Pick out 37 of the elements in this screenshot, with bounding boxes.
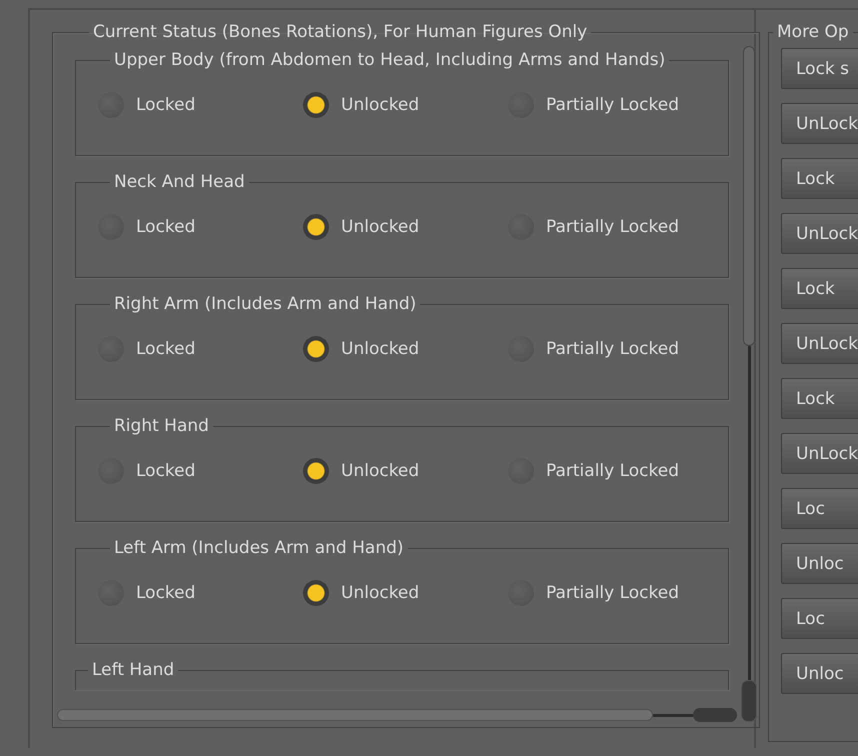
group-title: Right Arm (Includes Arm and Hand) [113,294,418,314]
radio-option[interactable]: Partially Locked [508,580,708,606]
action-button[interactable]: Lock [781,158,858,199]
radio-option[interactable]: Unlocked [303,214,508,240]
action-button[interactable]: UnLock [781,433,858,474]
action-button[interactable]: Loc [781,488,858,529]
radio-option[interactable]: Unlocked [303,580,508,606]
action-button[interactable]: Unloc [781,653,858,694]
group-title: Upper Body (from Abdomen to Head, Including Arms and Hands) [113,50,666,70]
action-button[interactable]: UnLock [781,323,858,364]
panel-title: More Op [776,23,850,42]
radio-option[interactable]: Locked [98,92,303,118]
group-title: Neck And Head [113,172,246,192]
radio-option[interactable]: Partially Locked [508,92,708,118]
group-title: Left Hand [91,660,176,680]
radio-option[interactable]: Unlocked [303,336,508,362]
horizontal-scrollbar[interactable] [57,709,737,721]
group-title: Left Arm (Includes Arm and Hand) [113,538,405,558]
action-button[interactable]: UnLock [781,103,858,144]
action-button[interactable]: UnLock [781,213,858,254]
radio-option[interactable]: Locked [98,214,303,240]
radio-option[interactable]: Locked [98,458,303,484]
action-button[interactable]: Lock s [781,48,858,89]
radio-option[interactable]: Partially Locked [508,336,708,362]
radio-option[interactable]: Unlocked [303,92,508,118]
action-button[interactable]: Lock [781,268,858,309]
panel-title: Current Status (Bones Rotations), For Human Figures Only [92,23,588,42]
action-button[interactable]: Lock [781,378,858,419]
radio-option[interactable]: Partially Locked [508,458,708,484]
radio-option[interactable]: Partially Locked [508,214,708,240]
group-title: Right Hand [113,416,210,436]
radio-option[interactable]: Locked [98,580,303,606]
radio-option[interactable]: Locked [98,336,303,362]
radio-option[interactable]: Unlocked [303,458,508,484]
action-button[interactable]: Loc [781,598,858,639]
action-button[interactable]: Unloc [781,543,858,584]
vertical-scrollbar[interactable] [743,46,755,722]
